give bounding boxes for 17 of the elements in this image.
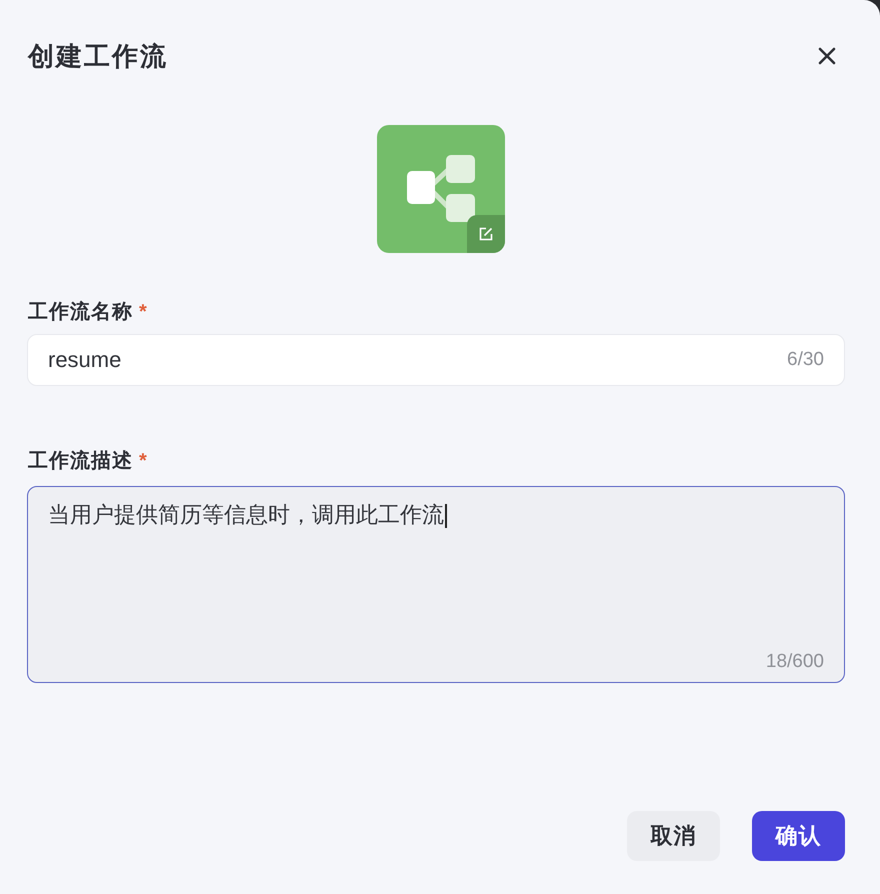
field-label: 工作流描述 — [28, 449, 133, 473]
text-cursor — [445, 504, 447, 528]
close-button[interactable] — [817, 46, 837, 66]
name-input-field[interactable]: resume 6/30 — [27, 334, 845, 386]
confirm-button[interactable]: 确认 — [752, 811, 845, 861]
description-textarea[interactable]: 当用户提供简历等信息时，调用此工作流 18/600 — [27, 486, 845, 683]
cancel-button[interactable]: 取消 — [627, 811, 720, 861]
field-label: 工作流名称 — [28, 300, 133, 324]
required-asterisk: * — [139, 300, 147, 324]
character-count: 6/30 — [787, 348, 824, 372]
character-count: 18/600 — [766, 650, 824, 674]
workflow-avatar-tile[interactable] — [377, 125, 505, 253]
dialog-title: 创建工作流 — [27, 40, 168, 72]
edit-icon[interactable] — [467, 215, 505, 253]
close-icon — [818, 47, 836, 65]
required-asterisk: * — [139, 449, 147, 473]
workflow-nodes-icon — [406, 155, 474, 223]
